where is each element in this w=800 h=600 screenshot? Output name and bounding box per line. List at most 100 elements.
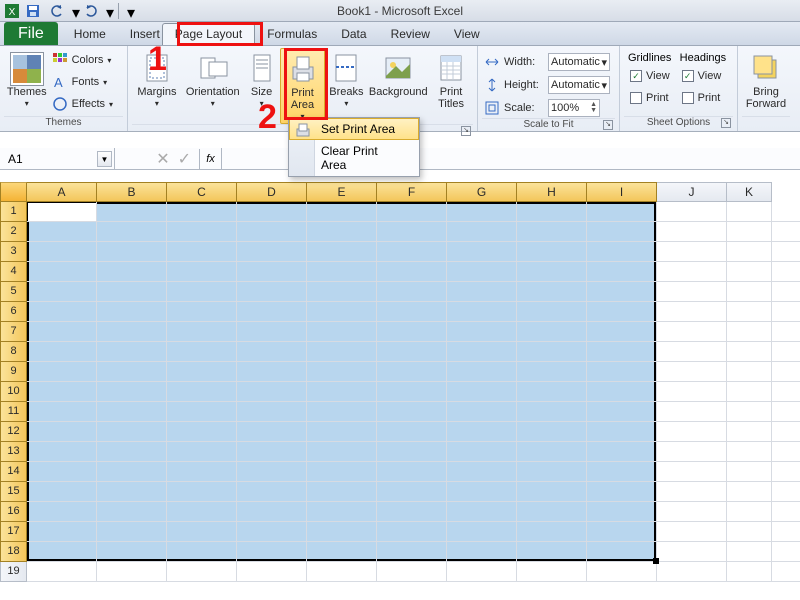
column-header[interactable]: E xyxy=(307,182,377,202)
insert-function-button[interactable]: fx xyxy=(200,148,222,169)
row-header[interactable]: 18 xyxy=(0,542,27,562)
gridlines-print-check[interactable]: Print xyxy=(628,88,671,108)
scale-launcher-icon[interactable]: ↘ xyxy=(603,120,613,130)
fonts-button[interactable]: AFonts ▾ xyxy=(50,72,123,92)
select-all-button[interactable] xyxy=(0,182,27,202)
menu-set-print-area[interactable]: Set Print Area xyxy=(289,118,419,140)
name-box[interactable]: A1 ▼ xyxy=(0,148,115,169)
row-header[interactable]: 12 xyxy=(0,422,27,442)
column-header[interactable]: I xyxy=(587,182,657,202)
row-header[interactable]: 3 xyxy=(0,242,27,262)
undo-icon[interactable] xyxy=(48,2,66,20)
fill-handle[interactable] xyxy=(653,558,659,564)
cancel-icon[interactable]: ✕ xyxy=(152,149,173,169)
row-header[interactable]: 13 xyxy=(0,442,27,462)
headings-view-check[interactable]: ✓View xyxy=(680,66,724,86)
column-header[interactable]: D xyxy=(237,182,307,202)
print-titles-label: Print Titles xyxy=(438,86,464,110)
themes-icon xyxy=(10,52,44,86)
colors-icon xyxy=(52,52,68,68)
row-header[interactable]: 5 xyxy=(0,282,27,302)
customize-qat-icon[interactable]: ▾ xyxy=(127,3,131,19)
group-themes-label: Themes xyxy=(4,116,123,131)
menu-clear-label: Clear Print Area xyxy=(321,144,378,172)
group-sheet-label: Sheet Options↘ xyxy=(624,116,733,131)
width-input[interactable]: Automatic▾ xyxy=(548,53,610,71)
tab-review[interactable]: Review xyxy=(379,24,442,45)
page-setup-launcher-icon[interactable]: ↘ xyxy=(461,126,471,136)
themes-button[interactable]: Themes▾ xyxy=(4,48,50,110)
themes-label: Themes xyxy=(7,86,47,98)
tab-file[interactable]: File xyxy=(4,22,58,45)
column-header[interactable]: F xyxy=(377,182,447,202)
row-header[interactable]: 7 xyxy=(0,322,27,342)
height-label: Height: xyxy=(504,79,544,91)
menu-set-label: Set Print Area xyxy=(321,122,395,136)
column-header[interactable]: H xyxy=(517,182,587,202)
colors-button[interactable]: Colors ▾ xyxy=(50,50,123,70)
row-header[interactable]: 19 xyxy=(0,562,27,582)
title-bar: X ▾ ▾ ▾ Book1 - Microsoft Excel xyxy=(0,0,800,22)
row-header[interactable]: 10 xyxy=(0,382,27,402)
worksheet-grid: ABCDEFGHIJK 1234567891011121314151617181… xyxy=(0,182,800,582)
background-label: Background xyxy=(369,86,428,98)
row-header[interactable]: 14 xyxy=(0,462,27,482)
bring-forward-button[interactable]: Bring Forward xyxy=(742,48,790,110)
row-header[interactable]: 8 xyxy=(0,342,27,362)
menu-clear-print-area[interactable]: Clear Print Area xyxy=(289,140,419,176)
row-header[interactable]: 2 xyxy=(0,222,27,242)
enter-icon[interactable]: ✓ xyxy=(174,149,195,169)
tab-formulas[interactable]: Formulas xyxy=(255,24,329,45)
group-arrange-label xyxy=(742,116,790,131)
row-header[interactable]: 15 xyxy=(0,482,27,502)
tab-data[interactable]: Data xyxy=(329,24,378,45)
set-print-area-icon xyxy=(295,122,311,138)
print-titles-button[interactable]: Print Titles xyxy=(429,48,473,110)
breaks-label: Breaks xyxy=(329,86,363,98)
row-header[interactable]: 1 xyxy=(0,202,27,222)
qat-dd-1[interactable]: ▾ xyxy=(72,3,76,19)
name-box-dropdown-icon[interactable]: ▼ xyxy=(97,151,112,167)
gridlines-view-check[interactable]: ✓View xyxy=(628,66,672,86)
tab-insert[interactable]: Insert xyxy=(118,24,162,45)
tab-page-layout[interactable]: Page Layout xyxy=(162,23,255,45)
size-button[interactable]: Size▾ xyxy=(244,48,280,110)
cells-area[interactable] xyxy=(27,202,800,582)
save-icon[interactable] xyxy=(24,2,42,20)
scale-input[interactable]: 100%▲▼ xyxy=(548,99,600,117)
scale-row: Scale:100%▲▼ xyxy=(482,98,615,118)
sheet-launcher-icon[interactable]: ↘ xyxy=(721,118,731,128)
orientation-button[interactable]: Orientation▾ xyxy=(182,48,244,110)
margins-label: Margins xyxy=(137,86,176,98)
margins-button[interactable]: Margins▾ xyxy=(132,48,182,110)
row-header[interactable]: 17 xyxy=(0,522,27,542)
width-label: Width: xyxy=(504,56,544,68)
column-header[interactable]: J xyxy=(657,182,727,202)
row-header[interactable]: 9 xyxy=(0,362,27,382)
group-arrange: Bring Forward xyxy=(738,46,794,131)
column-header[interactable]: G xyxy=(447,182,517,202)
qat-dd-2[interactable]: ▾ xyxy=(106,3,110,19)
effects-button[interactable]: Effects ▾ xyxy=(50,94,123,114)
print-area-label: Print Area xyxy=(291,87,314,111)
row-header[interactable]: 4 xyxy=(0,262,27,282)
width-icon xyxy=(484,54,500,70)
tab-view[interactable]: View xyxy=(442,24,492,45)
row-header[interactable]: 16 xyxy=(0,502,27,522)
print-area-button[interactable]: Print Area▾ xyxy=(280,48,326,124)
redo-icon[interactable] xyxy=(82,2,100,20)
headings-print-check[interactable]: Print xyxy=(680,88,723,108)
column-header[interactable]: C xyxy=(167,182,237,202)
tab-home[interactable]: Home xyxy=(62,24,118,45)
column-header[interactable]: A xyxy=(27,182,97,202)
gridlines-header: Gridlines xyxy=(628,52,671,64)
row-header[interactable]: 11 xyxy=(0,402,27,422)
print-area-icon xyxy=(287,53,319,85)
background-button[interactable]: Background xyxy=(367,48,429,98)
row-headers: 12345678910111213141516171819 xyxy=(0,202,27,582)
height-input[interactable]: Automatic▾ xyxy=(548,76,610,94)
column-header[interactable]: K xyxy=(727,182,772,202)
column-header[interactable]: B xyxy=(97,182,167,202)
row-header[interactable]: 6 xyxy=(0,302,27,322)
breaks-button[interactable]: Breaks▾ xyxy=(325,48,367,110)
